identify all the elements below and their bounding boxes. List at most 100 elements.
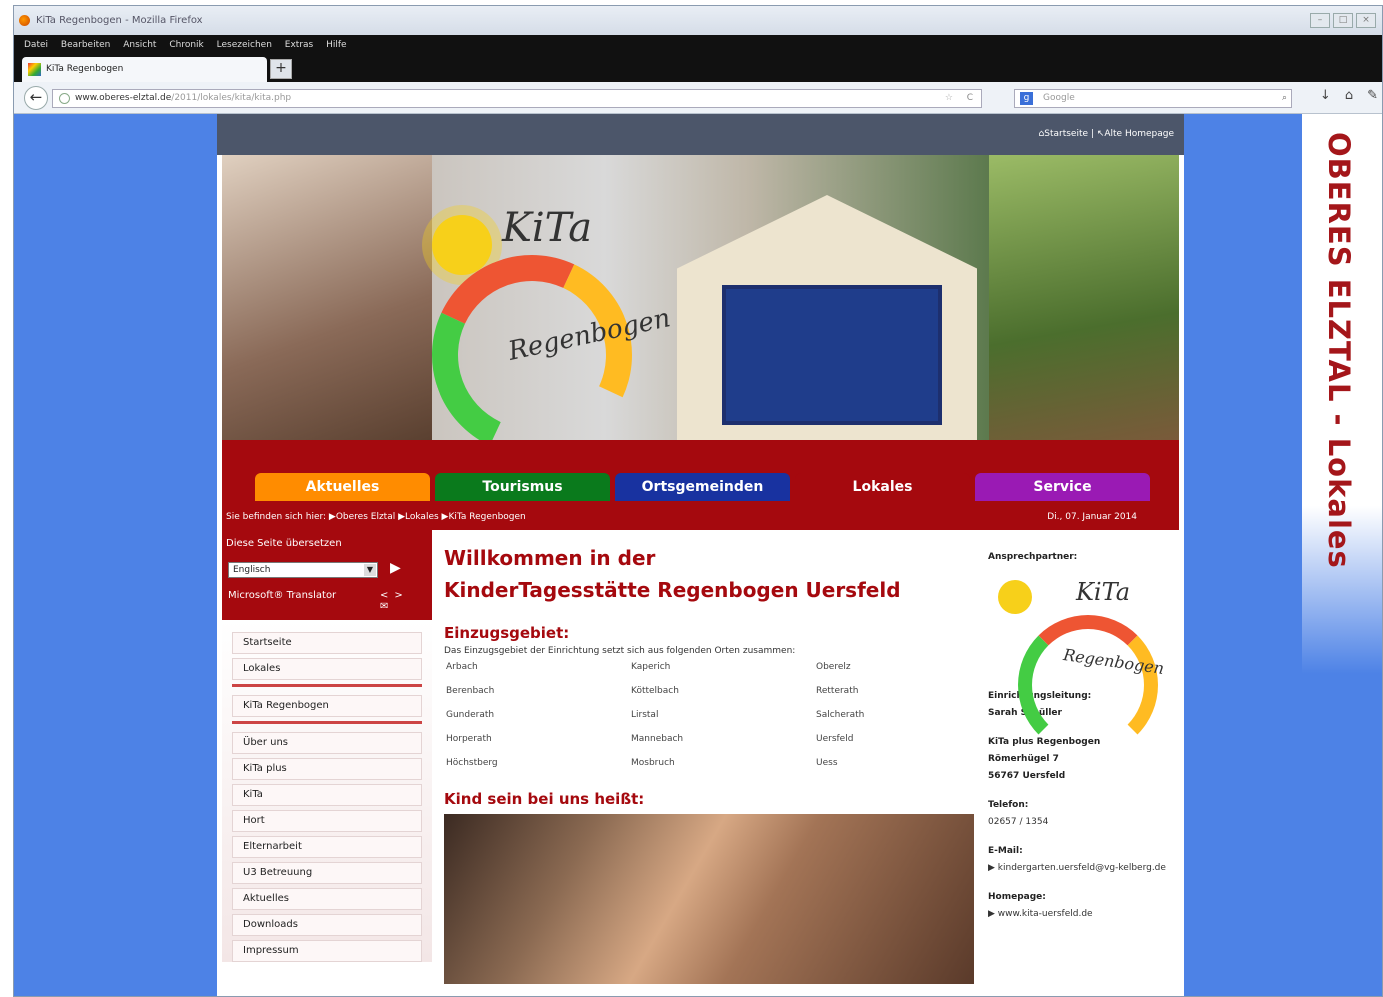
place-item: Horperath — [446, 734, 492, 744]
side-banner-text: OBERES ELZTAL - Lokales — [1322, 132, 1356, 569]
menu-hort[interactable]: Hort — [232, 810, 422, 832]
translate-go-button[interactable]: ▶ — [390, 560, 401, 576]
close-button[interactable]: × — [1356, 13, 1376, 28]
main-navigation: Aktuelles Tourismus Ortsgemeinden Lokale… — [255, 473, 1155, 501]
phone-label: Telefon: — [988, 800, 1029, 810]
contact-title: Ansprechpartner: — [988, 552, 1078, 562]
menu-aktuelles[interactable]: Aktuelles — [232, 888, 422, 910]
tab-bar: KiTa Regenbogen + — [14, 55, 1382, 82]
web-page: ⌂Startseite | ↖Alte Homepage KiTa Regenb… — [217, 114, 1184, 996]
contact-column: Ansprechpartner: KiTa Regenbogen Einrich… — [988, 530, 1178, 996]
menu-lesezeichen[interactable]: Lesezeichen — [217, 40, 272, 50]
addon-icon[interactable]: ✎ — [1367, 88, 1378, 103]
menu-datei[interactable]: Datei — [24, 40, 48, 50]
homepage-label: Homepage: — [988, 892, 1046, 902]
menu-hilfe[interactable]: Hilfe — [326, 40, 346, 50]
current-date: Di., 07. Januar 2014 — [1047, 512, 1137, 522]
menu-lokales[interactable]: Lokales — [232, 658, 422, 680]
nav-lokales[interactable]: Lokales — [795, 473, 970, 501]
language-select[interactable]: Englisch ▼ — [228, 562, 378, 578]
minimize-button[interactable]: – — [1310, 13, 1330, 28]
home-icon[interactable]: ⌂ — [1345, 88, 1353, 103]
url-bar[interactable]: www.oberes-elztal.de/2011/lokales/kita/k… — [52, 89, 982, 108]
window-title: KiTa Regenbogen - Mozilla Firefox — [36, 15, 203, 26]
translator-widget: Diese Seite übersetzen Englisch ▼ ▶ Micro… — [222, 530, 432, 620]
translator-brand: Microsoft® Translator — [228, 590, 337, 601]
bookmark-star-icon[interactable]: ☆ — [945, 90, 953, 107]
dropdown-arrow-icon[interactable]: ▼ — [364, 564, 376, 576]
place-item: Köttelbach — [631, 686, 679, 696]
url-path: /2011/lokales/kita/kita.php — [171, 93, 292, 103]
menu-downloads[interactable]: Downloads — [232, 914, 422, 936]
section-einzugsgebiet: Einzugsgebiet: — [444, 624, 570, 642]
tab-kita-regenbogen[interactable]: KiTa Regenbogen — [22, 57, 267, 82]
menu-ansicht[interactable]: Ansicht — [123, 40, 156, 50]
page-viewport: OBERES ELZTAL - Lokales ⌂Startseite | ↖A… — [14, 114, 1382, 996]
section-intro: Das Einzugsgebiet der Einrichtung setzt … — [444, 646, 796, 656]
place-item: Uersfeld — [816, 734, 854, 744]
breadcrumb[interactable]: Sie befinden sich hier: ▶Oberes Elztal ▶… — [226, 512, 526, 522]
building-entrance — [722, 285, 942, 425]
side-banner: OBERES ELZTAL - Lokales — [1302, 114, 1382, 674]
new-tab-button[interactable]: + — [270, 59, 292, 79]
link-separator: | — [1090, 129, 1094, 139]
address-line-3: 56767 Uersfeld — [988, 771, 1066, 781]
nav-service[interactable]: Service — [975, 473, 1150, 501]
menu-ueber-uns[interactable]: Über uns — [232, 732, 422, 754]
menu-kita[interactable]: KiTa — [232, 784, 422, 806]
startseite-link[interactable]: Startseite — [1044, 129, 1088, 139]
email-link[interactable]: ▶ kindergarten.uersfeld@vg-kelberg.de — [988, 863, 1166, 873]
place-item: Lirstal — [631, 710, 659, 720]
kita-logo: KiTa Regenbogen — [988, 570, 1178, 755]
menu-impressum[interactable]: Impressum — [232, 940, 422, 962]
menu-u3-betreuung[interactable]: U3 Betreuung — [232, 862, 422, 884]
title-line-1: Willkommen in der — [444, 546, 656, 570]
logo-text-kita: KiTa — [502, 205, 593, 251]
place-item: Mosbruch — [631, 758, 675, 768]
nav-tourismus[interactable]: Tourismus — [435, 473, 610, 501]
back-button[interactable]: ← — [24, 86, 48, 110]
top-links-bar: ⌂Startseite | ↖Alte Homepage — [217, 114, 1184, 155]
title-line-2: KinderTagesstätte Regenbogen Uersfeld — [444, 578, 901, 602]
side-menu: Startseite Lokales KiTa Regenbogen Über … — [222, 620, 432, 962]
menu-extras[interactable]: Extras — [285, 40, 313, 50]
menu-startseite[interactable]: Startseite — [232, 632, 422, 654]
page-title: Willkommen in der KinderTagesstätte Regen… — [444, 542, 984, 606]
google-icon: g — [1020, 92, 1033, 105]
browser-window: KiTa Regenbogen - Mozilla Firefox – □ × … — [13, 5, 1383, 997]
search-icon[interactable]: ⌕ — [1282, 90, 1287, 107]
place-item: Retterath — [816, 686, 859, 696]
tab-title: KiTa Regenbogen — [46, 64, 124, 74]
place-item: Kaperich — [631, 662, 671, 672]
place-item: Arbach — [446, 662, 478, 672]
favicon-icon — [28, 63, 41, 76]
menu-elternarbeit[interactable]: Elternarbeit — [232, 836, 422, 858]
menu-kita-plus[interactable]: KiTa plus — [232, 758, 422, 780]
download-icon[interactable]: ↓ — [1320, 88, 1331, 103]
maximize-button[interactable]: □ — [1333, 13, 1353, 28]
search-box[interactable]: g Google ⌕ — [1014, 89, 1292, 108]
nav-ortsgemeinden[interactable]: Ortsgemeinden — [615, 473, 790, 501]
menu-chronik[interactable]: Chronik — [169, 40, 203, 50]
main-content: Willkommen in der KinderTagesstätte Regen… — [444, 530, 984, 996]
menu-kita-regenbogen[interactable]: KiTa Regenbogen — [232, 695, 422, 717]
place-item: Uess — [816, 758, 838, 768]
language-value: Englisch — [233, 565, 271, 575]
globe-icon — [59, 93, 70, 104]
place-item: Salcherath — [816, 710, 865, 720]
place-item: Oberelz — [816, 662, 851, 672]
alte-homepage-link[interactable]: Alte Homepage — [1104, 129, 1174, 139]
address-line-2: Römerhügel 7 — [988, 754, 1059, 764]
nav-aktuelles[interactable]: Aktuelles — [255, 473, 430, 501]
email-label: E-Mail: — [988, 846, 1023, 856]
children-photo-left — [222, 155, 432, 440]
translator-tools-icon[interactable]: <> ✉ — [380, 590, 432, 612]
logo-kita-text: KiTa — [1076, 578, 1131, 606]
reload-icon[interactable]: C — [967, 90, 973, 107]
homepage-link[interactable]: ▶ www.kita-uersfeld.de — [988, 909, 1093, 919]
place-item: Gunderath — [446, 710, 495, 720]
menu-bearbeiten[interactable]: Bearbeiten — [61, 40, 110, 50]
menu-divider — [232, 684, 422, 687]
search-placeholder: Google — [1043, 93, 1075, 103]
section-kind-sein: Kind sein bei uns heißt: — [444, 790, 645, 808]
